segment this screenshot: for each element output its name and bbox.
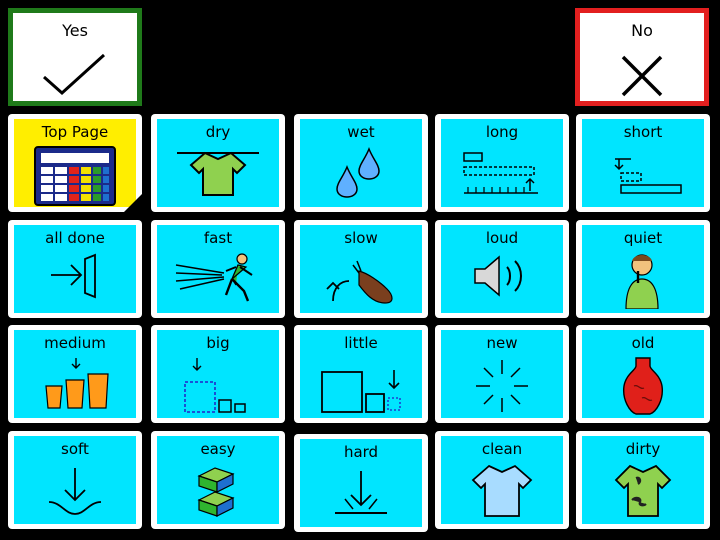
tile-label: old bbox=[631, 334, 655, 352]
grid-board-icon bbox=[34, 146, 116, 206]
cell-new[interactable]: new bbox=[435, 325, 569, 423]
no-label: No bbox=[631, 21, 653, 40]
no-button[interactable]: No bbox=[575, 8, 709, 106]
three-cups-icon bbox=[45, 358, 109, 409]
tile-all-done[interactable]: all done bbox=[14, 225, 136, 313]
tile-easy[interactable]: easy bbox=[157, 436, 279, 524]
cell-all-done[interactable]: all done bbox=[8, 220, 142, 318]
tile-clean[interactable]: clean bbox=[441, 436, 563, 524]
tile-label: hard bbox=[343, 443, 379, 461]
tile-slow[interactable]: slow bbox=[300, 225, 422, 313]
tile-top-page[interactable]: Top Page bbox=[14, 119, 142, 212]
tile-label: slow bbox=[344, 229, 378, 247]
tile-label: new bbox=[486, 334, 518, 352]
tile-fast[interactable]: fast bbox=[157, 225, 279, 313]
tile-hard[interactable]: hard bbox=[300, 439, 422, 527]
tile-label: quiet bbox=[623, 229, 663, 247]
cell-old[interactable]: old bbox=[576, 325, 710, 423]
cell-dirty[interactable]: dirty bbox=[576, 431, 710, 529]
cell-long[interactable]: long bbox=[435, 114, 569, 212]
cell-little[interactable]: little bbox=[294, 325, 428, 423]
tile-label: wet bbox=[347, 123, 375, 141]
tile-new[interactable]: new bbox=[441, 330, 563, 418]
tile-loud[interactable]: loud bbox=[441, 225, 563, 313]
running-man-icon bbox=[175, 253, 253, 302]
yes-label: Yes bbox=[62, 21, 88, 40]
tile-soft[interactable]: soft bbox=[14, 436, 136, 524]
cell-hard[interactable]: hard bbox=[294, 434, 428, 532]
little-square-icon bbox=[321, 370, 401, 413]
cell-slow[interactable]: slow bbox=[294, 220, 428, 318]
cell-fast[interactable]: fast bbox=[151, 220, 285, 318]
cell-big[interactable]: big bbox=[151, 325, 285, 423]
water-drops-icon bbox=[336, 146, 380, 198]
cell-clean[interactable]: clean bbox=[435, 431, 569, 529]
tile-label: little bbox=[344, 334, 378, 352]
tile-label: dry bbox=[205, 123, 231, 141]
person-shush-icon bbox=[625, 254, 659, 309]
tile-label: Top Page bbox=[41, 123, 109, 141]
long-ruler-icon bbox=[463, 152, 538, 194]
speaker-loud-icon bbox=[474, 255, 522, 297]
tile-quiet[interactable]: quiet bbox=[582, 225, 704, 313]
tile-medium[interactable]: medium bbox=[14, 330, 136, 418]
easy-blocks-icon bbox=[197, 467, 235, 517]
tile-label: loud bbox=[485, 229, 519, 247]
tile-label: long bbox=[485, 123, 519, 141]
short-bar-icon bbox=[614, 158, 682, 194]
tile-big[interactable]: big bbox=[157, 330, 279, 418]
tile-dry[interactable]: dry bbox=[157, 119, 279, 207]
tile-label: short bbox=[623, 123, 663, 141]
arrow-into-door-icon bbox=[51, 253, 96, 299]
tile-label: dirty bbox=[625, 440, 661, 458]
tile-little[interactable]: little bbox=[300, 330, 422, 418]
cell-wet[interactable]: wet bbox=[294, 114, 428, 212]
cell-dry[interactable]: dry bbox=[151, 114, 285, 212]
dirty-shirt-icon bbox=[614, 464, 672, 517]
shirt-on-line-icon bbox=[177, 151, 259, 196]
big-square-icon bbox=[184, 358, 246, 413]
check-icon bbox=[43, 53, 106, 96]
cell-top-page[interactable]: Top Page bbox=[8, 114, 142, 212]
tile-dirty[interactable]: dirty bbox=[582, 436, 704, 524]
soft-arrow-icon bbox=[48, 468, 102, 515]
snail-icon bbox=[326, 260, 393, 304]
tile-wet[interactable]: wet bbox=[300, 119, 422, 207]
tile-label: easy bbox=[200, 440, 236, 458]
tile-label: big bbox=[206, 334, 230, 352]
tile-label: medium bbox=[44, 334, 106, 352]
cell-easy[interactable]: easy bbox=[151, 431, 285, 529]
tile-label: all done bbox=[45, 229, 105, 247]
sparkle-icon bbox=[476, 360, 528, 412]
cell-soft[interactable]: soft bbox=[8, 431, 142, 529]
yes-button[interactable]: Yes bbox=[8, 8, 142, 106]
page-fold bbox=[124, 194, 142, 212]
clean-shirt-icon bbox=[471, 464, 533, 517]
hard-arrow-icon bbox=[335, 471, 387, 514]
tile-label: clean bbox=[481, 440, 523, 458]
tile-short[interactable]: short bbox=[582, 119, 704, 207]
vase-icon bbox=[622, 357, 664, 415]
cell-quiet[interactable]: quiet bbox=[576, 220, 710, 318]
tile-label: fast bbox=[203, 229, 233, 247]
cell-loud[interactable]: loud bbox=[435, 220, 569, 318]
cell-medium[interactable]: medium bbox=[8, 325, 142, 423]
cell-short[interactable]: short bbox=[576, 114, 710, 212]
tile-label: soft bbox=[61, 440, 89, 458]
tile-old[interactable]: old bbox=[582, 330, 704, 418]
cross-icon bbox=[621, 55, 663, 97]
tile-long[interactable]: long bbox=[441, 119, 563, 207]
